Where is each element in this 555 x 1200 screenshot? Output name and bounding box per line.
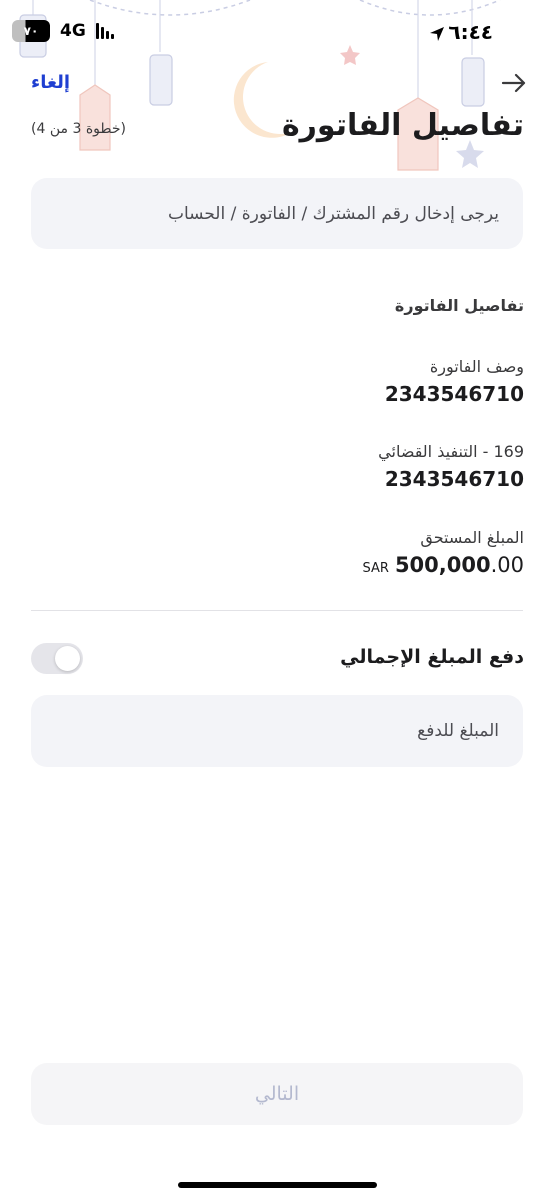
toggle-knob bbox=[55, 646, 80, 671]
status-icons: ٧٠ 4G bbox=[12, 20, 114, 42]
amount-due-value: 500,000.00 bbox=[395, 553, 524, 577]
bill-type-value: 2343546710 bbox=[384, 467, 524, 491]
cancel-button[interactable]: إلغاء bbox=[31, 72, 70, 93]
amount-due: SAR 500,000.00 bbox=[363, 553, 524, 577]
signal-icon bbox=[95, 23, 114, 39]
home-indicator bbox=[178, 1182, 377, 1188]
divider bbox=[31, 610, 523, 611]
amount-due-label: المبلغ المستحق bbox=[420, 528, 524, 547]
section-label: تفاصيل الفاتورة bbox=[394, 296, 524, 315]
next-button[interactable]: التالي bbox=[31, 1063, 523, 1125]
back-arrow-icon[interactable] bbox=[501, 70, 527, 96]
bill-description-value: 2343546710 bbox=[384, 382, 524, 406]
bill-description-label: وصف الفاتورة bbox=[429, 357, 524, 376]
status-time: ٦:٤٤ bbox=[448, 20, 493, 44]
hint-text: يرجى إدخال رقم المشترك / الفاتورة / الحس… bbox=[167, 203, 499, 224]
page-title: تفاصيل الفاتورة bbox=[281, 108, 524, 143]
amount-due-currency: SAR bbox=[362, 561, 389, 576]
pay-total-label: دفع المبلغ الإجمالي bbox=[340, 646, 524, 668]
amount-due-whole: 500,000 bbox=[394, 553, 491, 577]
network-type: 4G bbox=[60, 21, 86, 41]
location-arrow-icon bbox=[430, 27, 444, 41]
step-indicator: (خطوة 3 من 4) bbox=[31, 121, 126, 137]
amount-to-pay-input[interactable] bbox=[31, 695, 523, 767]
battery-icon: ٧٠ bbox=[12, 20, 50, 42]
pay-total-toggle[interactable] bbox=[31, 643, 83, 674]
hint-box: يرجى إدخال رقم المشترك / الفاتورة / الحس… bbox=[31, 178, 523, 249]
amount-due-decimal: .00 bbox=[490, 553, 524, 577]
bill-type-label: 169 - التنفيذ القضائي bbox=[378, 442, 524, 461]
battery-level: ٧٠ bbox=[23, 24, 39, 38]
